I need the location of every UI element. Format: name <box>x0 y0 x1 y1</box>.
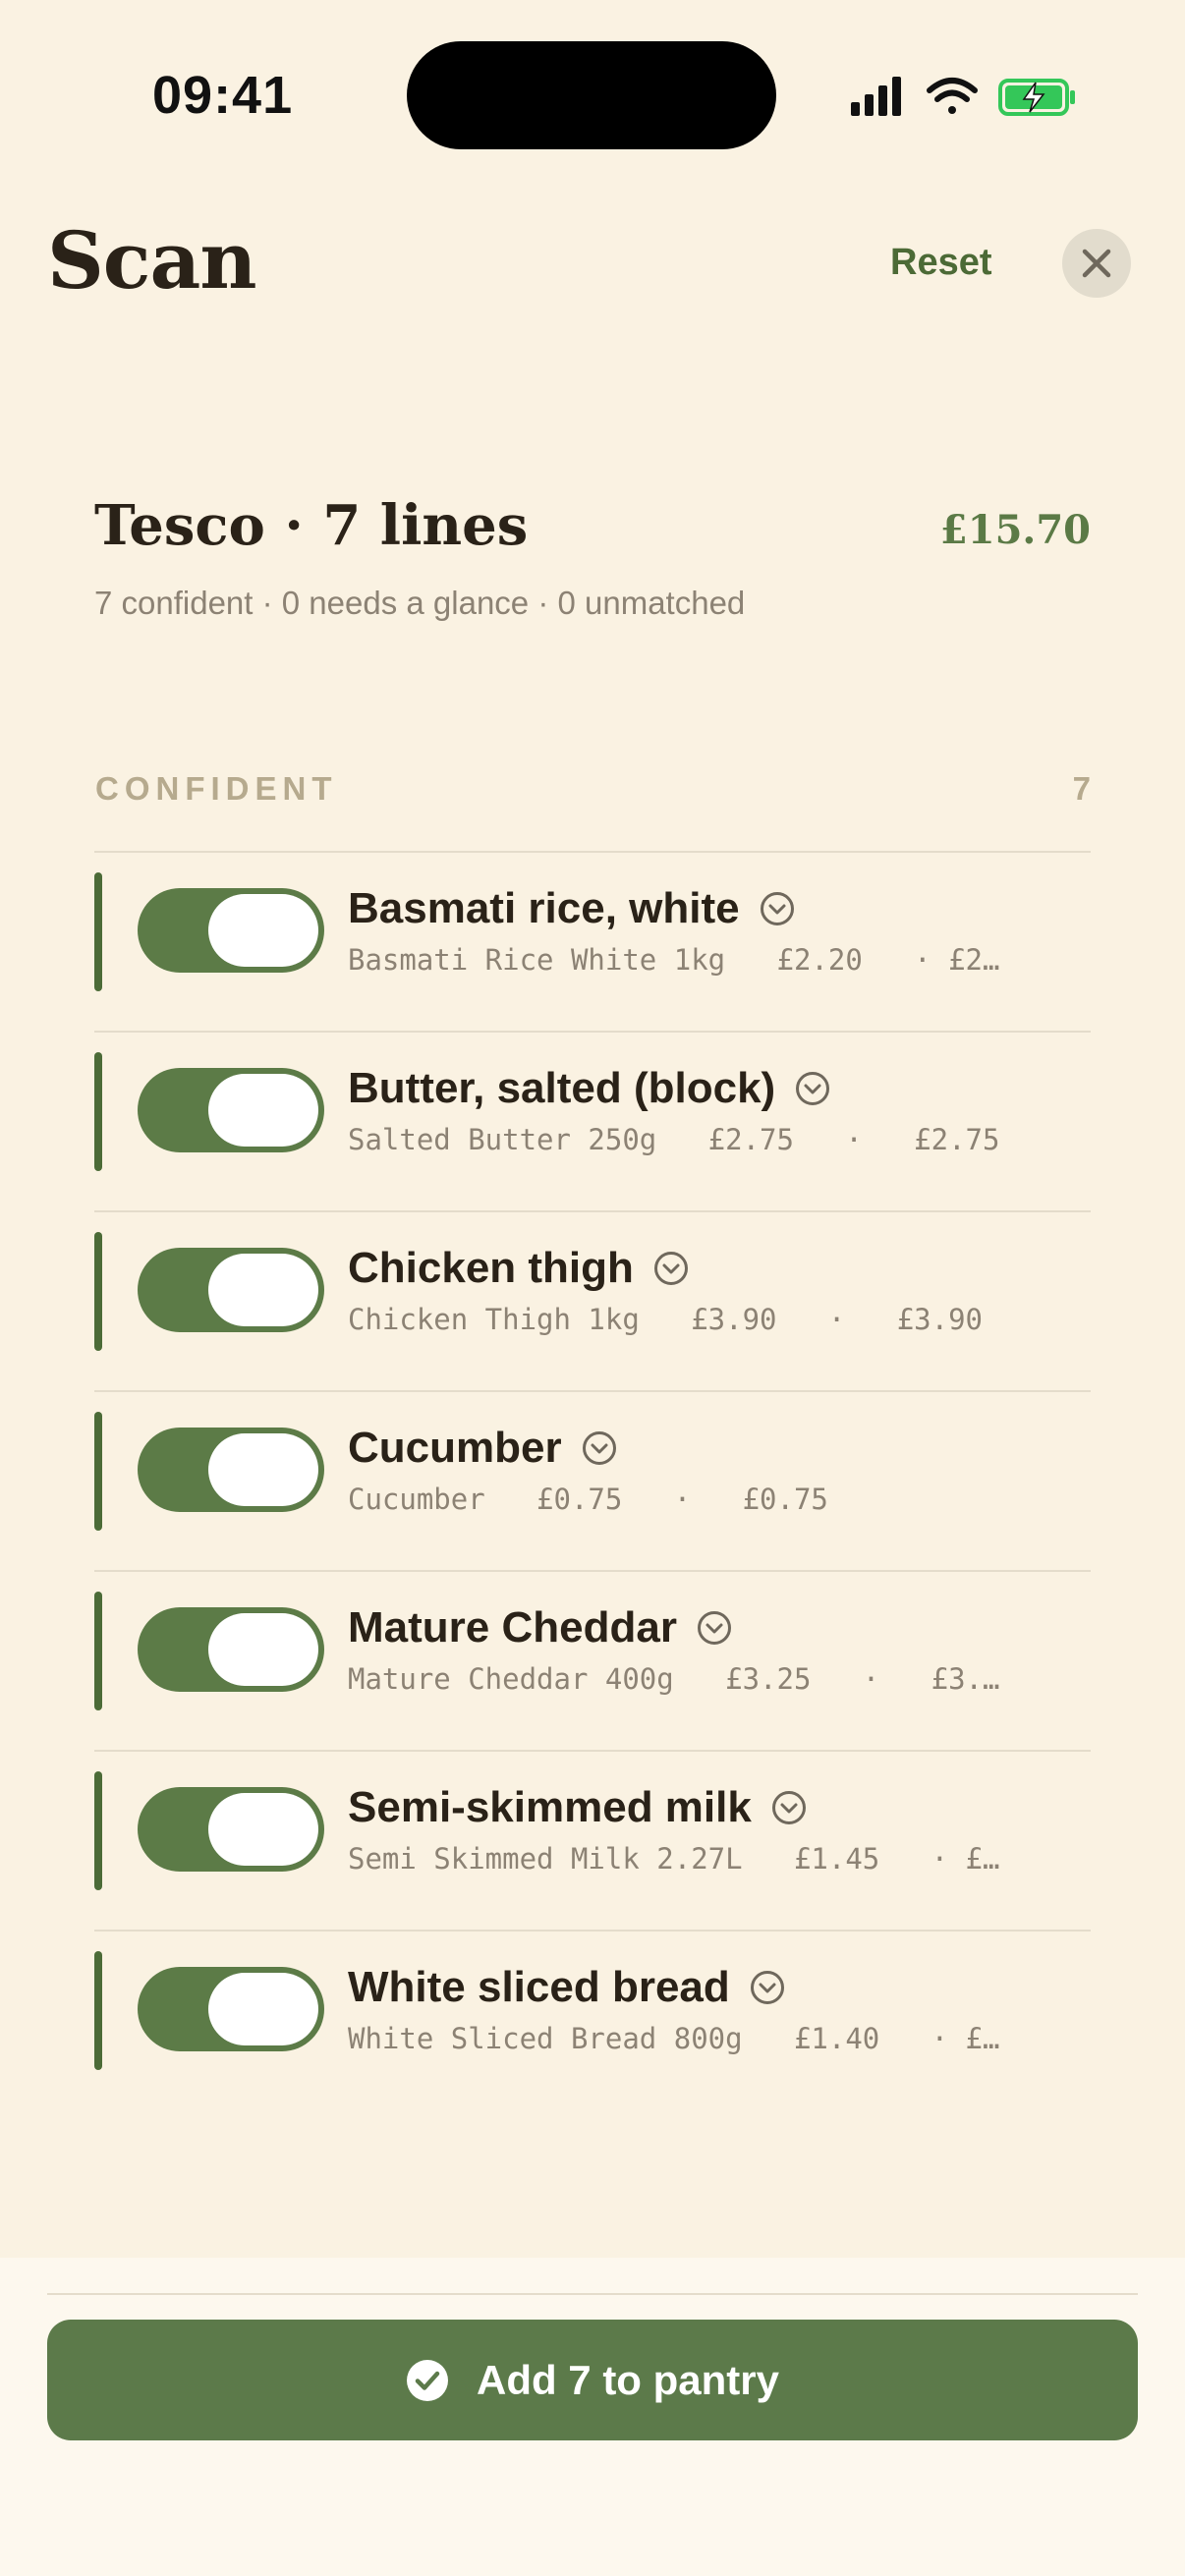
dynamic-island <box>407 41 776 149</box>
confidence-bar <box>94 1592 102 1710</box>
wifi-icon <box>927 78 978 114</box>
status-time: 09:41 <box>152 66 294 125</box>
item-name: Chicken thigh <box>348 1244 634 1292</box>
footer-divider <box>47 2293 1138 2295</box>
list-item: White sliced bread White Sliced Bread 80… <box>94 1930 1091 2109</box>
signal-icon <box>851 77 901 116</box>
include-toggle[interactable] <box>138 1068 324 1152</box>
list-item: Chicken thigh Chicken Thigh 1kg £3.90 · … <box>94 1210 1091 1390</box>
close-icon <box>1082 249 1111 278</box>
include-toggle[interactable] <box>138 1428 324 1512</box>
status-bar: 09:41 <box>0 0 1185 187</box>
confidence-bar <box>94 1052 102 1171</box>
item-detail: Chicken Thigh 1kg £3.90 · £3.90 <box>348 1303 984 1336</box>
status-icons <box>847 73 1083 122</box>
item-name: Butter, salted (block) <box>348 1064 776 1112</box>
item-name: White sliced bread <box>348 1963 730 2011</box>
chevron-down-icon[interactable] <box>582 1430 617 1466</box>
item-detail: Cucumber £0.75 · £0.75 <box>348 1483 828 1516</box>
confidence-bar <box>94 1771 102 1890</box>
confidence-bar <box>94 872 102 991</box>
list-item: Mature Cheddar Mature Cheddar 400g £3.25… <box>94 1570 1091 1750</box>
chevron-down-icon[interactable] <box>771 1790 807 1825</box>
toggle-knob <box>208 1793 318 1866</box>
page-title: Scan <box>47 214 256 307</box>
item-detail: Semi Skimmed Milk 2.27L £1.45 · £1.45 <box>348 1842 1006 1876</box>
confidence-bar <box>94 1412 102 1531</box>
include-toggle[interactable] <box>138 1967 324 2051</box>
close-button[interactable] <box>1062 229 1131 298</box>
list-item: Butter, salted (block) Salted Butter 250… <box>94 1031 1091 1210</box>
add-to-pantry-button[interactable]: Add 7 to pantry <box>47 2320 1138 2440</box>
section-count: 7 <box>1072 770 1091 807</box>
item-detail: Mature Cheddar 400g £3.25 · £3.25 <box>348 1662 1006 1696</box>
chevron-down-icon[interactable] <box>795 1071 830 1106</box>
chevron-down-icon[interactable] <box>760 891 795 926</box>
receipt-title: Tesco · 7 lines <box>94 493 529 558</box>
item-name: Basmati rice, white <box>348 884 740 932</box>
item-list: Basmati rice, white Basmati Rice White 1… <box>94 851 1091 2109</box>
item-name: Semi-skimmed milk <box>348 1783 752 1831</box>
toggle-knob <box>208 1433 318 1506</box>
chevron-down-icon[interactable] <box>750 1970 785 2005</box>
section-label: CONFIDENT <box>95 770 338 807</box>
receipt-total: £15.70 <box>939 507 1091 553</box>
confidence-bar <box>94 1232 102 1351</box>
checkmark-circle-icon <box>406 2359 448 2401</box>
reset-button[interactable]: Reset <box>890 242 992 284</box>
include-toggle[interactable] <box>138 1248 324 1332</box>
confidence-bar <box>94 1951 102 2070</box>
item-name: Cucumber <box>348 1424 562 1472</box>
include-toggle[interactable] <box>138 1787 324 1872</box>
include-toggle[interactable] <box>138 1607 324 1692</box>
toggle-knob <box>208 1074 318 1147</box>
footer: Add 7 to pantry <box>0 2258 1185 2576</box>
toggle-knob <box>208 894 318 967</box>
toggle-knob <box>208 1973 318 2045</box>
item-detail: White Sliced Bread 800g £1.40 · £1.40 <box>348 2022 1006 2055</box>
battery-charging-icon <box>998 79 1075 116</box>
toggle-knob <box>208 1254 318 1326</box>
list-item: Basmati rice, white Basmati Rice White 1… <box>94 851 1091 1031</box>
list-item: Semi-skimmed milk Semi Skimmed Milk 2.27… <box>94 1750 1091 1930</box>
add-to-pantry-label: Add 7 to pantry <box>476 2356 779 2403</box>
list-item: Cucumber Cucumber £0.75 · £0.75 <box>94 1390 1091 1570</box>
item-detail: Basmati Rice White 1kg £2.20 · £2.20 <box>348 943 1006 977</box>
include-toggle[interactable] <box>138 888 324 973</box>
chevron-down-icon[interactable] <box>697 1610 732 1646</box>
chevron-down-icon[interactable] <box>653 1251 689 1286</box>
item-detail: Salted Butter 250g £2.75 · £2.75 <box>348 1123 1000 1156</box>
toggle-knob <box>208 1613 318 1686</box>
match-summary: 7 confident · 0 needs a glance · 0 unmat… <box>94 585 746 621</box>
item-name: Mature Cheddar <box>348 1603 677 1652</box>
